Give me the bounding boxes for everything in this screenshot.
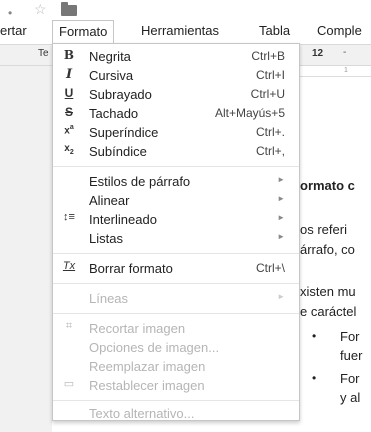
menu-insertar[interactable]: ertar — [0, 20, 27, 44]
top-strip: • ☆ — [0, 0, 371, 20]
submenu-arrow-icon: ► — [277, 175, 285, 184]
dot-icon: • — [8, 6, 13, 20]
menu-separator — [53, 166, 299, 167]
menu-item-superindice[interactable]: xa Superíndice Ctrl+. — [53, 123, 299, 142]
menu-item-texto-alternativo: Texto alternativo... — [53, 404, 299, 423]
menu-item-label: Restablecer imagen — [89, 378, 205, 393]
doc-list-line: y al — [340, 390, 361, 405]
submenu-arrow-icon: ► — [277, 292, 285, 301]
menu-item-label: Reemplazar imagen — [89, 359, 206, 374]
menu-item-shortcut: Ctrl+. — [255, 125, 285, 139]
document-page[interactable]: ormato c os referi árrafo, co xisten mu … — [300, 78, 371, 432]
menu-item-subindice[interactable]: x2 Subíndice Ctrl+, — [53, 142, 299, 161]
ruler-mark: 1 — [344, 67, 348, 74]
menu-item-label: Superíndice — [89, 125, 159, 140]
folder-icon[interactable] — [61, 2, 77, 16]
line-spacing-icon: ↕≡ — [63, 211, 75, 223]
menu-tabla[interactable]: Tabla — [259, 20, 290, 44]
doc-text-line: os referi — [300, 222, 347, 237]
menu-item-label: Listas — [89, 231, 123, 246]
submenu-arrow-icon: ► — [277, 194, 285, 203]
menu-item-label: Opciones de imagen... — [89, 340, 220, 355]
menu-item-opciones-de-imagen: Opciones de imagen... — [53, 338, 299, 357]
menu-item-shortcut: Ctrl+I — [255, 68, 285, 82]
menu-separator — [53, 400, 299, 401]
doc-text-line: xisten mu — [300, 284, 356, 299]
menu-item-shortcut: Ctrl+\ — [255, 261, 285, 275]
doc-list-line: For — [340, 329, 360, 344]
menu-item-reemplazar-imagen: Reemplazar imagen — [53, 357, 299, 376]
menu-item-label: Líneas — [89, 291, 129, 306]
page-gutter — [0, 66, 52, 432]
menu-separator — [53, 283, 299, 284]
ruler[interactable]: 1 — [300, 67, 371, 77]
subscript-icon: x2 — [64, 143, 74, 156]
menu-formato[interactable]: Formato — [52, 20, 115, 44]
strikethrough-icon: S — [64, 105, 73, 119]
doc-text-line: e caráctel — [300, 304, 357, 319]
list-bullet: • — [312, 329, 317, 343]
menu-item-label: Texto alternativo... — [89, 406, 195, 421]
format-menu-dropdown: B Negrita Ctrl+B I Cursiva Ctrl+I U Subr… — [52, 43, 300, 421]
menu-item-shortcut: Alt+Mayús+5 — [214, 106, 285, 120]
list-bullet: • — [312, 371, 317, 385]
menu-item-label: Recortar imagen — [89, 321, 186, 336]
font-size-select[interactable]: 12 — [312, 48, 323, 59]
font-name-select[interactable]: Te — [38, 48, 49, 59]
doc-text-line: árrafo, co — [300, 242, 355, 257]
menu-item-lineas: Líneas ► — [53, 289, 299, 308]
submenu-arrow-icon: ► — [277, 213, 285, 222]
clear-formatting-icon: Tx — [62, 260, 76, 272]
doc-heading: ormato c — [300, 178, 355, 193]
menu-item-cursiva[interactable]: I Cursiva Ctrl+I — [53, 66, 299, 85]
menu-separator — [53, 253, 299, 254]
menu-item-shortcut: Ctrl+U — [250, 87, 285, 101]
menu-bar: ertar Formato Herramientas Tabla Comple — [0, 20, 371, 44]
underline-icon: U — [64, 86, 74, 100]
menu-herramientas[interactable]: Herramientas — [141, 20, 219, 44]
submenu-arrow-icon: ► — [277, 232, 285, 241]
menu-item-label: Subíndice — [89, 144, 147, 159]
menu-item-recortar-imagen: ⌗ Recortar imagen — [53, 319, 299, 338]
menu-item-estilos-de-parrafo[interactable]: Estilos de párrafo ► — [53, 172, 299, 191]
font-size-decrease-button[interactable]: - — [343, 47, 346, 58]
menu-item-label: Estilos de párrafo — [89, 174, 191, 189]
menu-item-label: Tachado — [89, 106, 139, 121]
menu-item-label: Borrar formato — [89, 261, 173, 276]
doc-list-line: fuer — [340, 348, 363, 363]
menu-item-interlineado[interactable]: ↕≡ Interlineado ► — [53, 210, 299, 229]
menu-item-shortcut: Ctrl+, — [255, 144, 285, 158]
menu-item-shortcut: Ctrl+B — [251, 49, 285, 63]
menu-item-label: Cursiva — [89, 68, 134, 83]
menu-item-negrita[interactable]: B Negrita Ctrl+B — [53, 47, 299, 66]
menu-item-borrar-formato[interactable]: Tx Borrar formato Ctrl+\ — [53, 259, 299, 278]
menu-complementos[interactable]: Comple — [317, 20, 362, 44]
doc-list-line: For — [340, 371, 360, 386]
superscript-icon: xa — [64, 124, 74, 137]
star-icon[interactable]: ☆ — [34, 1, 47, 18]
menu-item-label: Interlineado — [89, 212, 157, 227]
reset-image-icon: ▭ — [63, 378, 75, 390]
menu-item-tachado[interactable]: S Tachado Alt+Mayús+5 — [53, 104, 299, 123]
menu-item-label: Alinear — [89, 193, 130, 208]
menu-item-restablecer-imagen: ▭ Restablecer imagen — [53, 376, 299, 395]
menu-item-subrayado[interactable]: U Subrayado Ctrl+U — [53, 85, 299, 104]
menu-item-label: Negrita — [89, 49, 131, 64]
bold-icon: B — [63, 48, 75, 62]
menu-item-listas[interactable]: Listas ► — [53, 229, 299, 248]
menu-item-label: Subrayado — [89, 87, 152, 102]
italic-icon: I — [65, 67, 73, 82]
menu-separator — [53, 313, 299, 314]
crop-icon: ⌗ — [65, 320, 73, 332]
menu-item-alinear[interactable]: Alinear ► — [53, 191, 299, 210]
